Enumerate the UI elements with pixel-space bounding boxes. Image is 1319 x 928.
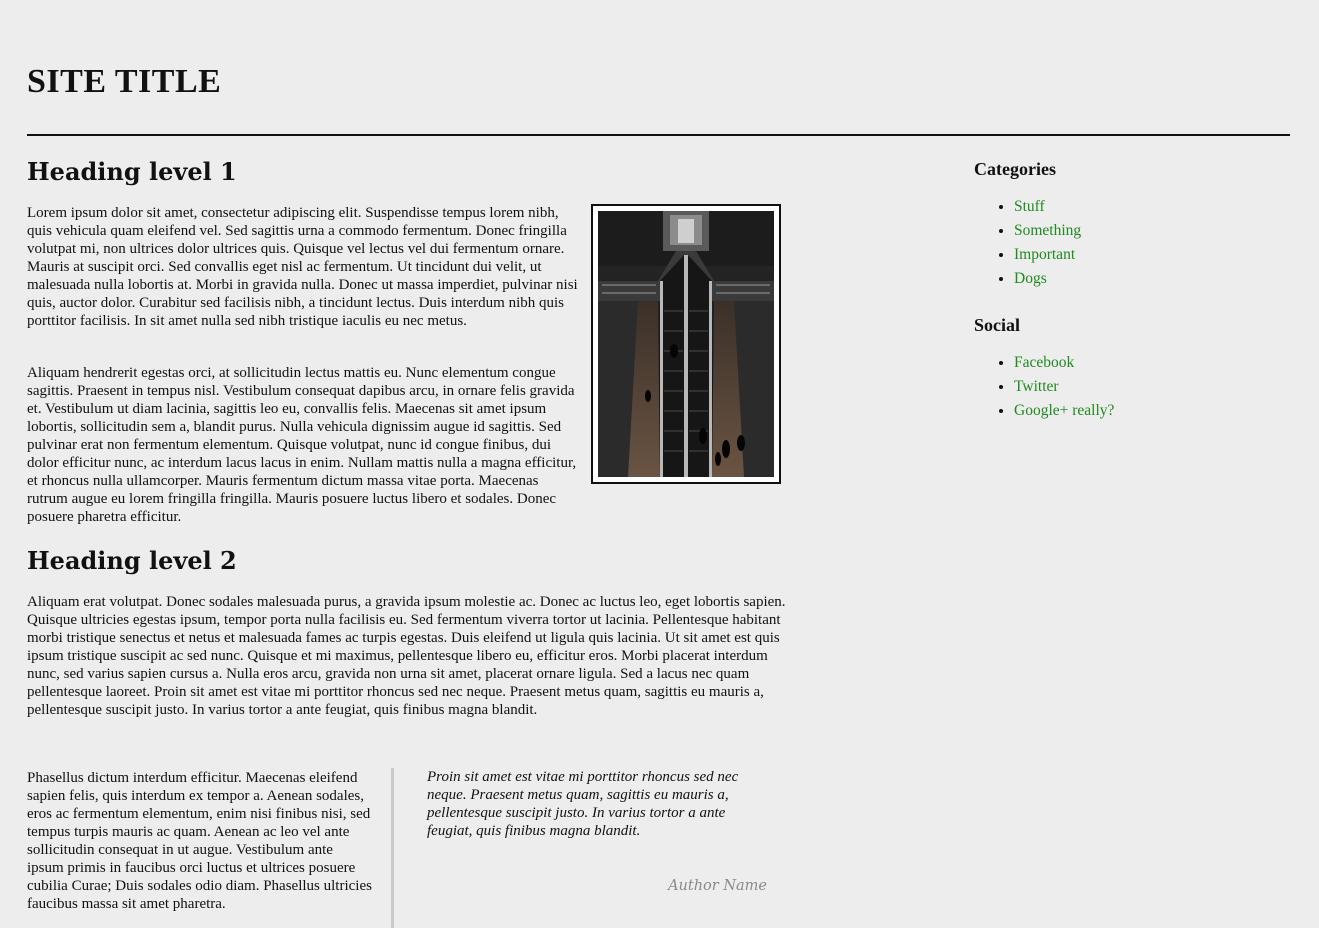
paragraph-3: Aliquam erat volutpat. Donec sodales mal… bbox=[27, 594, 786, 718]
paragraph-4: Phasellus dictum interdum efficitur. Mae… bbox=[27, 770, 372, 912]
social-list: Facebook Twitter Google+ really? bbox=[974, 351, 1274, 423]
paragraph-1: Lorem ipsum dolor sit amet, consectetur … bbox=[27, 205, 578, 329]
escalator-image bbox=[598, 211, 774, 477]
category-link-important[interactable]: Important bbox=[1014, 246, 1075, 263]
heading-level-2: Heading level 2 bbox=[27, 546, 237, 575]
categories-list: Stuff Something Important Dogs bbox=[974, 195, 1274, 291]
category-link-dogs[interactable]: Dogs bbox=[1014, 270, 1047, 287]
escalator-photo bbox=[591, 204, 781, 484]
quote-text: Proin sit amet est vitae mi porttitor rh… bbox=[427, 769, 739, 839]
social-link-twitter[interactable]: Twitter bbox=[1014, 378, 1059, 395]
list-item: Important bbox=[1014, 243, 1274, 267]
list-item: Dogs bbox=[1014, 267, 1274, 291]
categories-heading: Categories bbox=[974, 159, 1056, 179]
quote-author: Author Name bbox=[668, 878, 767, 894]
category-link-something[interactable]: Something bbox=[1014, 222, 1081, 239]
heading-level-1: Heading level 1 bbox=[27, 157, 237, 186]
social-link-google-plus[interactable]: Google+ really? bbox=[1014, 402, 1114, 419]
paragraph-2: Aliquam hendrerit egestas orci, at solli… bbox=[27, 365, 577, 525]
site-title: SITE TITLE bbox=[27, 63, 222, 100]
list-item: Google+ really? bbox=[1014, 399, 1274, 423]
blockquote: Proin sit amet est vitae mi porttitor rh… bbox=[391, 768, 767, 928]
list-item: Facebook bbox=[1014, 351, 1274, 375]
list-item: Twitter bbox=[1014, 375, 1274, 399]
sidebar: Categories Stuff Something Important Dog… bbox=[974, 155, 1274, 443]
social-heading: Social bbox=[974, 315, 1021, 335]
header-divider bbox=[27, 134, 1290, 136]
list-item: Something bbox=[1014, 219, 1274, 243]
list-item: Stuff bbox=[1014, 195, 1274, 219]
social-link-facebook[interactable]: Facebook bbox=[1014, 354, 1074, 371]
category-link-stuff[interactable]: Stuff bbox=[1014, 198, 1045, 215]
site-header: SITE TITLE bbox=[27, 62, 1290, 102]
